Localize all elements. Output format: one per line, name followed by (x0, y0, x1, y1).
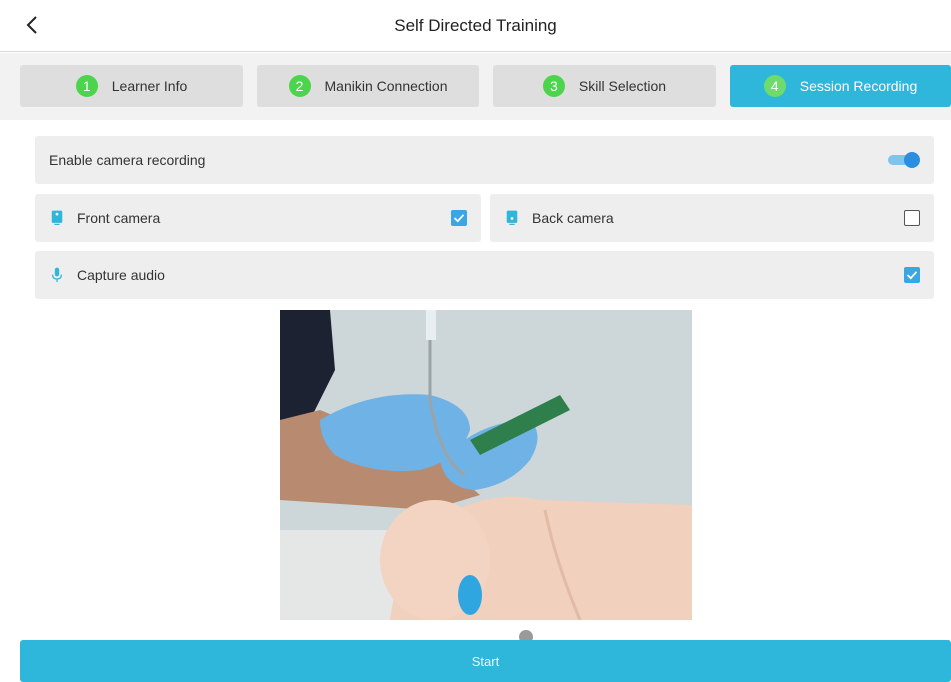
enable-camera-row: Enable camera recording (35, 136, 934, 184)
camera-preview-image (280, 310, 692, 620)
step-number: 1 (75, 75, 98, 97)
page-title: Self Directed Training (394, 16, 557, 35)
app-header: Self Directed Training (0, 0, 951, 52)
step-learner-info[interactable]: 1 Learner Info (20, 65, 243, 107)
step-label: Manikin Connection (324, 78, 448, 94)
enable-camera-label: Enable camera recording (49, 152, 206, 168)
step-label: Session Recording (799, 78, 918, 94)
step-number: 3 (542, 75, 565, 97)
back-camera-checkbox[interactable] (904, 210, 920, 226)
microphone-icon (49, 266, 65, 284)
camera-preview (280, 310, 692, 620)
start-button[interactable]: Start (20, 640, 951, 682)
front-camera-row: Front camera (35, 194, 481, 242)
enable-camera-toggle[interactable] (888, 152, 920, 168)
back-camera-row: Back camera (490, 194, 934, 242)
step-session-recording[interactable]: 4 Session Recording (730, 65, 951, 107)
step-number: 4 (763, 75, 786, 97)
step-label: Skill Selection (578, 78, 667, 94)
step-skill-selection[interactable]: 3 Skill Selection (493, 65, 716, 107)
front-camera-label: Front camera (77, 210, 161, 226)
step-number: 2 (288, 75, 311, 97)
back-camera-label: Back camera (532, 210, 614, 226)
back-camera-icon (504, 209, 520, 227)
session-recording-panel: Enable camera recording Front camera Bac… (20, 120, 951, 632)
steps-bar: 1 Learner Info 2 Manikin Connection 3 Sk… (0, 53, 951, 120)
step-manikin-connection[interactable]: 2 Manikin Connection (257, 65, 479, 107)
toggle-knob (904, 152, 920, 168)
front-camera-checkbox[interactable] (451, 210, 467, 226)
capture-audio-checkbox[interactable] (904, 267, 920, 283)
capture-audio-label: Capture audio (77, 267, 165, 283)
front-camera-icon (49, 209, 65, 227)
capture-audio-row: Capture audio (35, 251, 934, 299)
step-label: Learner Info (111, 78, 188, 94)
